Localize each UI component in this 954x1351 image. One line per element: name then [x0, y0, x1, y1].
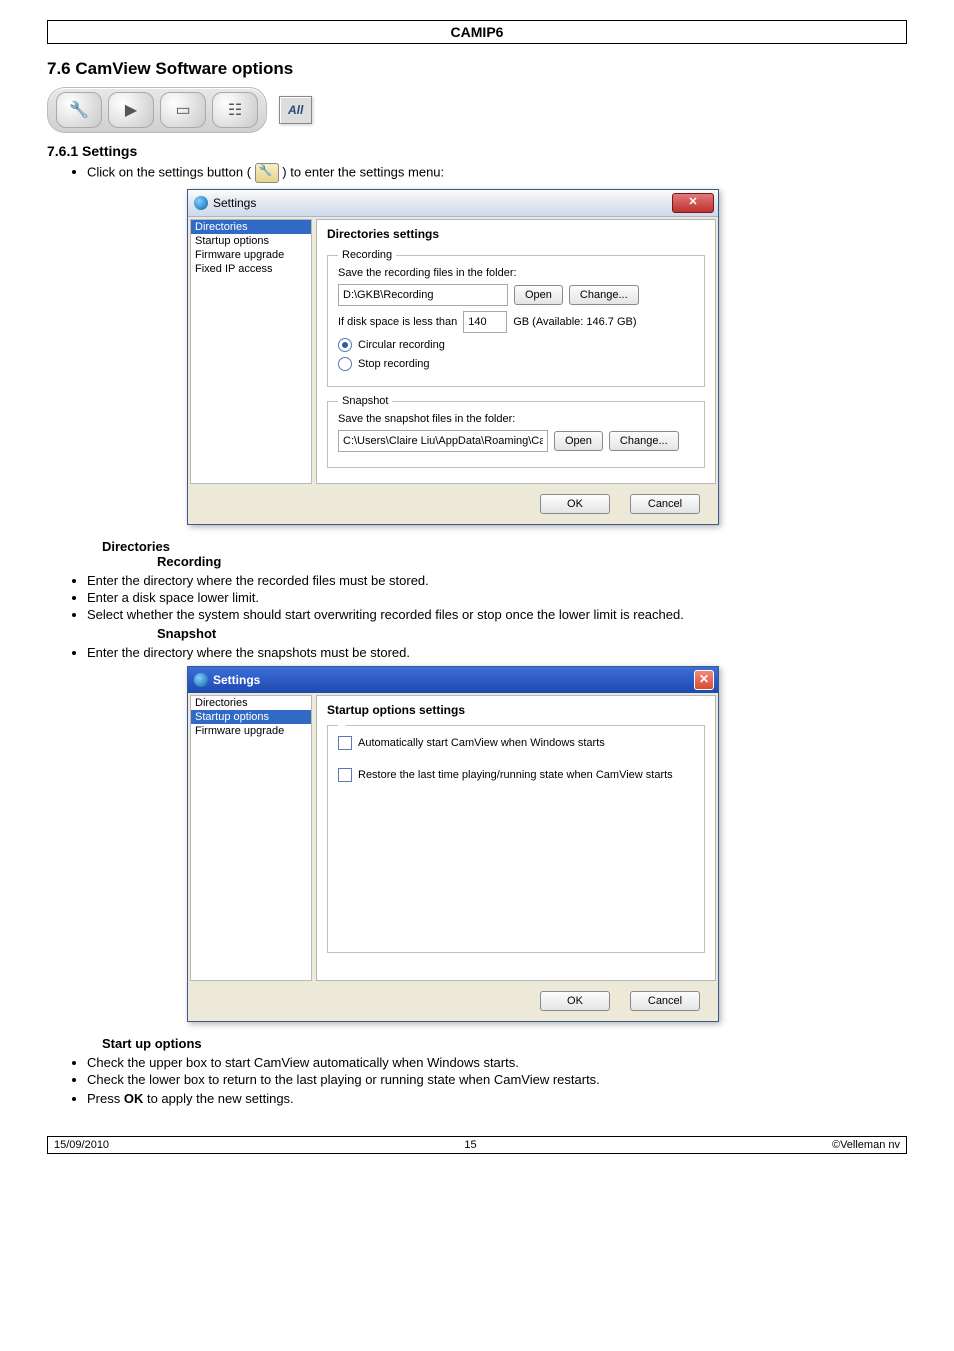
disk-prefix: If disk space is less than	[338, 316, 457, 328]
directories-heading: Directories	[102, 539, 907, 554]
recording-path-input[interactable]	[338, 284, 508, 306]
subsection-title: 7.6.1 Settings	[47, 143, 907, 159]
snapshot-path-input[interactable]	[338, 430, 548, 452]
close-button[interactable]: ✕	[694, 670, 714, 690]
circular-radio[interactable]	[338, 338, 352, 352]
section-title: 7.6 CamView Software options	[47, 59, 907, 79]
snapshot-heading: Snapshot	[157, 626, 907, 641]
startup-fieldset: Automatically start CamView when Windows…	[327, 725, 705, 953]
recording-change-button[interactable]: Change...	[569, 285, 639, 305]
press-ok-bold: OK	[124, 1091, 144, 1106]
app-icon	[194, 673, 208, 687]
pane-title: Startup options settings	[327, 703, 705, 717]
snap-item-1: Enter the directory where the snapshots …	[87, 645, 907, 660]
pane-title: Directories settings	[327, 227, 705, 241]
sidebar-item-directories[interactable]: Directories	[191, 696, 311, 710]
restore-checkbox[interactable]	[338, 768, 352, 782]
main-pane: Startup options settings Automatically s…	[316, 695, 716, 981]
product-header: CAMIP6	[47, 20, 907, 44]
settings-dialog-startup: Settings ✕ Directories Startup options F…	[187, 666, 719, 1022]
rec-item-3: Select whether the system should start o…	[87, 607, 907, 622]
toolbar-group: 🔧 ▶ ▭ ☷	[47, 87, 267, 133]
startup-item-1: Check the upper box to start CamView aut…	[87, 1055, 907, 1070]
settings-inline-icon	[255, 163, 279, 183]
recording-open-button[interactable]: Open	[514, 285, 563, 305]
close-button[interactable]: ✕	[672, 193, 714, 213]
play-icon[interactable]: ▶	[108, 92, 154, 128]
dialog-titlebar: Settings ✕	[188, 667, 718, 693]
snapshot-open-button[interactable]: Open	[554, 431, 603, 451]
dialog-title: Settings	[213, 673, 260, 687]
settings-sidebar: Directories Startup options Firmware upg…	[190, 695, 312, 981]
sidebar-item-firmware[interactable]: Firmware upgrade	[191, 248, 311, 262]
cancel-button[interactable]: Cancel	[630, 494, 700, 514]
autostart-checkbox[interactable]	[338, 736, 352, 750]
page-footer: 15/09/2010 15 ©Velleman nv	[47, 1136, 907, 1154]
toolbar: 🔧 ▶ ▭ ☷ All	[47, 87, 907, 133]
recording-fieldset: Recording Save the recording files in th…	[327, 249, 705, 387]
disk-suffix: GB (Available: 146.7 GB)	[513, 316, 636, 328]
sidebar-item-startup[interactable]: Startup options	[191, 234, 311, 248]
all-badge[interactable]: All	[279, 96, 312, 124]
cancel-button[interactable]: Cancel	[630, 991, 700, 1011]
settings-sidebar: Directories Startup options Firmware upg…	[190, 219, 312, 484]
restore-label: Restore the last time playing/running st…	[358, 769, 673, 781]
footer-copyright: ©Velleman nv	[832, 1139, 900, 1151]
snapshot-change-button[interactable]: Change...	[609, 431, 679, 451]
disk-limit-input[interactable]	[463, 311, 507, 333]
stop-radio[interactable]	[338, 357, 352, 371]
wrench-icon[interactable]: 🔧	[56, 92, 102, 128]
devices-icon[interactable]: ☷	[212, 92, 258, 128]
sidebar-item-fixedip[interactable]: Fixed IP access	[191, 262, 311, 276]
intro-line: Click on the settings button ( ) to ente…	[87, 163, 907, 183]
press-ok-line: Press OK to apply the new settings.	[87, 1091, 907, 1106]
sidebar-item-firmware[interactable]: Firmware upgrade	[191, 724, 311, 738]
startup-item-2: Check the lower box to return to the las…	[87, 1072, 907, 1087]
recording-save-label: Save the recording files in the folder:	[338, 267, 694, 279]
press-suffix: to apply the new settings.	[143, 1091, 293, 1106]
sidebar-item-directories[interactable]: Directories	[191, 220, 311, 234]
autostart-label: Automatically start CamView when Windows…	[358, 737, 605, 749]
stop-label: Stop recording	[358, 358, 430, 370]
startup-options-heading: Start up options	[102, 1036, 907, 1051]
recording-legend: Recording	[338, 249, 396, 261]
snapshot-fieldset: Snapshot Save the snapshot files in the …	[327, 395, 705, 468]
footer-date: 15/09/2010	[54, 1139, 109, 1151]
intro-prefix: Click on the settings button (	[87, 164, 255, 179]
ok-button[interactable]: OK	[540, 991, 610, 1011]
ok-button[interactable]: OK	[540, 494, 610, 514]
settings-dialog-directories: Settings ✕ Directories Startup options F…	[187, 189, 719, 525]
dialog-titlebar: Settings ✕	[188, 190, 718, 217]
snapshot-legend: Snapshot	[338, 395, 392, 407]
rec-item-2: Enter a disk space lower limit.	[87, 590, 907, 605]
sidebar-item-startup[interactable]: Startup options	[191, 710, 311, 724]
rec-item-1: Enter the directory where the recorded f…	[87, 573, 907, 588]
circular-label: Circular recording	[358, 339, 445, 351]
press-prefix: Press	[87, 1091, 124, 1106]
dialog-title: Settings	[213, 196, 256, 210]
recording-heading: Recording	[157, 554, 907, 569]
window-icon[interactable]: ▭	[160, 92, 206, 128]
intro-suffix: ) to enter the settings menu:	[282, 164, 444, 179]
footer-page: 15	[464, 1139, 476, 1151]
app-icon	[194, 196, 208, 210]
snapshot-save-label: Save the snapshot files in the folder:	[338, 413, 694, 425]
main-pane: Directories settings Recording Save the …	[316, 219, 716, 484]
